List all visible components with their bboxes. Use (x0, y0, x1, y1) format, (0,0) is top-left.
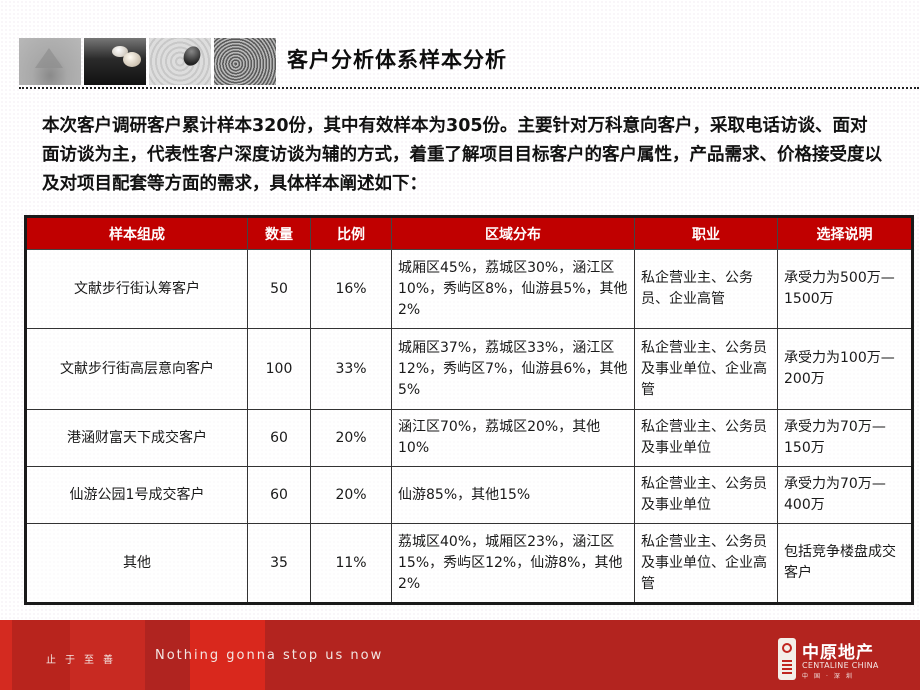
column-header-count: 数量 (247, 216, 311, 250)
table-header-row: 样本组成 数量 比例 区域分布 职业 选择说明 (25, 216, 913, 250)
cell-region: 城厢区37%，荔城区33%，涵江区12%，秀屿区7%，仙游县6%，其他5% (391, 328, 635, 410)
centaline-logo: 中原地产 CENTALINE CHINA 中国·深圳 (778, 638, 908, 682)
cell-count: 35 (247, 523, 311, 604)
cell-occupation: 私企营业主、公务员、企业高管 (634, 249, 778, 329)
cell-region: 仙游85%，其他15% (391, 466, 635, 524)
table-row: 文献步行街高层意向客户 100 33% 城厢区37%，荔城区33%，涵江区12%… (25, 328, 913, 410)
slide-header: 客户分析体系样本分析 (0, 0, 920, 95)
cell-ratio: 16% (310, 249, 392, 329)
cell-occupation: 私企营业主、公务员及事业单位 (634, 466, 778, 524)
logo-english-name: CENTALINE CHINA (802, 661, 879, 670)
cell-note: 包括竞争楼盘成交客户 (777, 523, 913, 604)
cell-ratio: 33% (310, 328, 392, 410)
cell-ratio: 20% (310, 409, 392, 467)
cell-ratio: 11% (310, 523, 392, 604)
cell-count: 50 (247, 249, 311, 329)
cell-occupation: 私企营业主、公务员及事业单位、企业高管 (634, 523, 778, 604)
table-row: 港涵财富天下成交客户 60 20% 涵江区70%，荔城区20%，其他10% 私企… (25, 409, 913, 467)
intro-paragraph: 本次客户调研客户累计样本320份，其中有效样本为305份。主要针对万科意向客户，… (42, 116, 882, 194)
motto-chinese: 止于至善 (46, 655, 122, 666)
slide-footer: 止于至善 Nothing gonna stop us now 中原地产 CENT… (0, 620, 920, 690)
header-thumbnails (19, 38, 276, 85)
cell-count: 60 (247, 409, 311, 467)
cell-group: 港涵财富天下成交客户 (25, 409, 248, 467)
column-header-occupation: 职业 (634, 216, 778, 250)
water-rings-image (214, 38, 276, 85)
column-header-region: 区域分布 (391, 216, 635, 250)
stone-ripples-image (149, 38, 211, 85)
sample-table: 样本组成 数量 比例 区域分布 职业 选择说明 文献步行街认筹客户 50 16%… (24, 215, 914, 605)
cell-region: 城厢区45%，荔城区30%，涵江区10%，秀屿区8%，仙游县5%，其他2% (391, 249, 635, 329)
cell-group: 文献步行街高层意向客户 (25, 328, 248, 410)
cell-region: 涵江区70%，荔城区20%，其他10% (391, 409, 635, 467)
motto-english: Nothing gonna stop us now (155, 648, 384, 663)
cell-group: 文献步行街认筹客户 (25, 249, 248, 329)
table-row: 仙游公园1号成交客户 60 20% 仙游85%，其他15% 私企营业主、公务员及… (25, 466, 913, 524)
cell-occupation: 私企营业主、公务员及事业单位、企业高管 (634, 328, 778, 410)
cell-ratio: 20% (310, 466, 392, 524)
centaline-emblem-icon (778, 638, 796, 680)
slide-title: 客户分析体系样本分析 (287, 48, 507, 72)
cell-group: 其他 (25, 523, 248, 604)
column-header-ratio: 比例 (310, 216, 392, 250)
cell-group: 仙游公园1号成交客户 (25, 466, 248, 524)
table-row: 其他 35 11% 荔城区40%，城厢区23%，涵江区15%，秀屿区12%，仙游… (25, 523, 913, 604)
logo-chinese-name: 中原地产 (802, 643, 874, 663)
cell-note: 承受力为100万—200万 (777, 328, 913, 410)
cell-count: 100 (247, 328, 311, 410)
column-header-note: 选择说明 (777, 216, 913, 250)
cell-note: 承受力为500万—1500万 (777, 249, 913, 329)
cell-occupation: 私企营业主、公务员及事业单位 (634, 409, 778, 467)
header-divider (19, 87, 919, 89)
cell-note: 承受力为70万—150万 (777, 409, 913, 467)
table-row: 文献步行街认筹客户 50 16% 城厢区45%，荔城区30%，涵江区10%，秀屿… (25, 249, 913, 329)
column-header-group: 样本组成 (25, 216, 248, 250)
sand-pyramid-image (19, 38, 81, 85)
cell-count: 60 (247, 466, 311, 524)
cell-note: 承受力为70万—400万 (777, 466, 913, 524)
pebbles-image (84, 38, 146, 85)
cell-region: 荔城区40%，城厢区23%，涵江区15%，秀屿区12%，仙游8%，其他2% (391, 523, 635, 604)
logo-location: 中国·深圳 (802, 673, 858, 680)
